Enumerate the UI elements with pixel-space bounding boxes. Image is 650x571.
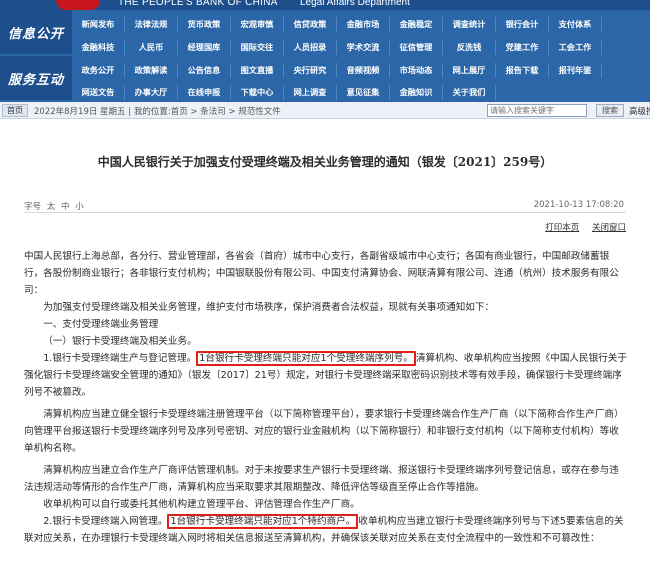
pbc-logo-icon xyxy=(56,0,100,10)
nav-item[interactable]: 报告下载 xyxy=(496,63,549,78)
main-nav: 信息公开 服务互动 新闻发布 法律法规 货币政策 宏观审慎 信贷政策 金融市场 … xyxy=(0,10,650,102)
nav-item[interactable]: 金融稳定 xyxy=(390,17,443,32)
paragraph: 清算机构应当建立合作生产厂商评估管理机制。对于未按要求生产银行卡受理终端、报送银… xyxy=(24,465,619,493)
nav-item[interactable]: 政策解读 xyxy=(125,63,178,78)
nav-row-3: 网送文告 办事大厅 在线申报 下载中心 网上调查 意见征集 金融知识 关于我们 xyxy=(72,85,496,100)
nav-item[interactable]: 关于我们 xyxy=(443,85,496,100)
nav-item[interactable]: 下载中心 xyxy=(231,85,284,100)
nav-row-2: 政务公开 政策解读 公告信息 图文直播 央行研究 音频视频 市场动态 网上展厅 … xyxy=(72,63,602,78)
nav-item[interactable]: 反洗钱 xyxy=(443,40,496,55)
font-size-small[interactable]: 小 xyxy=(75,202,84,212)
nav-item[interactable]: 音频视频 xyxy=(337,63,390,78)
site-name-en: THE PEOPLE'S BANK OF CHINA xyxy=(118,0,278,8)
nav-item[interactable]: 新闻发布 xyxy=(72,17,125,32)
paragraph: 中国人民银行上海总部，各分行、营业管理部，各省会（首府）城市中心支行，各副省级城… xyxy=(24,251,619,296)
highlighted-text: 1台银行卡受理终端只能对应1个特约商户。 xyxy=(167,514,359,529)
paragraph: 1.银行卡受理终端生产与登记管理。 1台银行卡受理终端只能对应1个受理终端序列号。… xyxy=(24,350,628,401)
nav-item[interactable]: 信贷政策 xyxy=(284,17,337,32)
search-input[interactable] xyxy=(487,104,587,117)
nav-item[interactable]: 报刊年鉴 xyxy=(549,63,602,78)
divider xyxy=(24,212,626,213)
nav-item[interactable]: 央行研究 xyxy=(284,63,337,78)
nav-row-1: 金融科技 人民币 经理国库 国际交往 人员招录 学术交流 征信管理 反洗钱 党建… xyxy=(72,40,602,55)
nav-section-service: 服务互动 xyxy=(0,56,72,100)
nav-item[interactable]: 人员招录 xyxy=(284,40,337,55)
font-size-medium[interactable]: 中 xyxy=(61,202,70,212)
nav-row-0: 新闻发布 法律法规 货币政策 宏观审慎 信贷政策 金融市场 金融稳定 调查统计 … xyxy=(72,17,602,32)
paragraph: 清算机构应当建立健全银行卡受理终端注册管理平台（以下简称管理平台），要求银行卡受… xyxy=(24,409,624,454)
article-body: 中国人民银行上海总部，各分行、营业管理部，各省会（首府）城市中心支行，各副省级城… xyxy=(24,248,628,547)
nav-item[interactable]: 党建工作 xyxy=(496,40,549,55)
advanced-search-link[interactable]: 高级搜索 xyxy=(629,105,650,117)
paragraph: 为加强支付受理终端及相关业务管理，维护支付市场秩序，保护消费者合法权益，现就有关… xyxy=(43,302,495,313)
nav-item[interactable]: 网送文告 xyxy=(72,85,125,100)
search-button[interactable]: 搜索 xyxy=(596,104,624,117)
nav-item[interactable]: 图文直播 xyxy=(231,63,284,78)
nav-item[interactable]: 政务公开 xyxy=(72,63,125,78)
font-size-label: 字号 xyxy=(24,202,42,212)
nav-item[interactable]: 学术交流 xyxy=(337,40,390,55)
nav-item[interactable]: 在线申报 xyxy=(178,85,231,100)
nav-item[interactable]: 人民币 xyxy=(125,40,178,55)
nav-item[interactable]: 宏观审慎 xyxy=(231,17,284,32)
breadcrumb: 2022年8月19日 星期五 | 我的位置:首页 > 条法司 > 规范性文件 xyxy=(34,107,281,117)
print-link[interactable]: 打印本页 xyxy=(545,223,579,233)
page-title: 中国人民银行关于加强支付受理终端及相关业务管理的通知（银发〔2021〕259号） xyxy=(97,155,553,169)
nav-item[interactable]: 货币政策 xyxy=(178,17,231,32)
site-banner: THE PEOPLE'S BANK OF CHINA Legal Affairs… xyxy=(0,0,650,10)
nav-item[interactable]: 公告信息 xyxy=(178,63,231,78)
close-window-link[interactable]: 关闭窗口 xyxy=(592,223,626,233)
nav-item[interactable]: 金融市场 xyxy=(337,17,390,32)
paragraph: 2.银行卡受理终端入网管理。 1台银行卡受理终端只能对应1个特约商户。 收单机构应当… xyxy=(24,513,628,547)
article-actions: 打印本页 关闭窗口 xyxy=(24,221,626,233)
nav-item[interactable]: 意见征集 xyxy=(337,85,390,100)
font-size-large[interactable]: 太 xyxy=(47,202,56,212)
nav-item[interactable]: 银行会计 xyxy=(496,17,549,32)
nav-item[interactable]: 法律法规 xyxy=(125,17,178,32)
paragraph: 收单机构可以自行或委托其他机构建立管理平台、评估管理合作生产厂商。 xyxy=(43,499,360,510)
nav-item[interactable]: 金融科技 xyxy=(72,40,125,55)
publish-date: 2021-10-13 17:08:20 xyxy=(533,200,624,210)
nav-item[interactable]: 调查统计 xyxy=(443,17,496,32)
nav-item[interactable]: 市场动态 xyxy=(390,63,443,78)
nav-item[interactable]: 经理国库 xyxy=(178,40,231,55)
dept-name-en: Legal Affairs Department xyxy=(300,0,410,8)
nav-item[interactable]: 办事大厅 xyxy=(125,85,178,100)
paragraph: （一）银行卡受理终端及相关业务。 xyxy=(43,336,197,347)
nav-item[interactable]: 国际交往 xyxy=(231,40,284,55)
nav-item[interactable]: 支付体系 xyxy=(549,17,602,32)
font-size-selector: 字号 太 中 小 xyxy=(24,200,87,212)
paragraph: 一、支付受理终端业务管理 xyxy=(43,319,159,330)
text-run: 2.银行卡受理终端入网管理。 xyxy=(43,516,168,527)
status-bar: 首页 2022年8月19日 星期五 | 我的位置:首页 > 条法司 > 规范性文… xyxy=(0,102,650,119)
nav-item[interactable]: 网上调查 xyxy=(284,85,337,100)
highlighted-text: 1台银行卡受理终端只能对应1个受理终端序列号。 xyxy=(196,351,416,366)
nav-item[interactable]: 金融知识 xyxy=(390,85,443,100)
text-run: 1.银行卡受理终端生产与登记管理。 xyxy=(43,353,197,364)
nav-item[interactable]: 工会工作 xyxy=(549,40,602,55)
nav-item[interactable]: 征信管理 xyxy=(390,40,443,55)
nav-item[interactable]: 网上展厅 xyxy=(443,63,496,78)
home-button[interactable]: 首页 xyxy=(2,104,28,117)
nav-section-info: 信息公开 xyxy=(0,10,72,54)
